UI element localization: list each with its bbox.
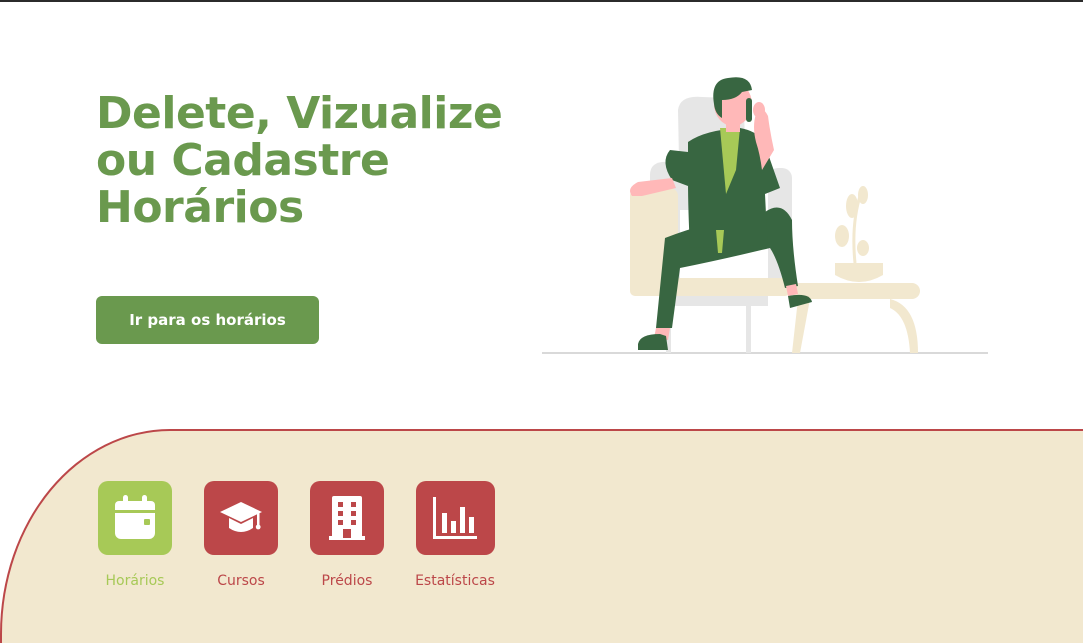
nav-tile-horarios[interactable] bbox=[98, 481, 172, 555]
calendar-icon bbox=[115, 495, 155, 539]
nav-label-cursos: Cursos bbox=[217, 573, 265, 589]
graduation-cap-icon bbox=[220, 502, 262, 532]
nav-item-estatisticas[interactable]: Estatísticas bbox=[400, 481, 510, 590]
page-title: Delete, Vizualize ou Cadastre Horários bbox=[96, 88, 503, 233]
nav-label-predios: Prédios bbox=[321, 573, 373, 589]
person-on-phone-in-armchair-illustration bbox=[542, 77, 988, 354]
nav-tile-estatisticas[interactable] bbox=[415, 481, 495, 555]
nav-item-cursos[interactable]: Cursos bbox=[186, 481, 296, 590]
nav-item-horarios[interactable]: Horários bbox=[80, 481, 190, 590]
nav-tile-cursos[interactable] bbox=[204, 481, 278, 555]
nav-item-predios[interactable]: Prédios bbox=[292, 481, 402, 590]
building-icon bbox=[329, 496, 365, 540]
go-to-schedules-button[interactable]: Ir para os horários bbox=[96, 296, 319, 344]
window-top-border bbox=[0, 0, 1083, 2]
nav-label-horarios: Horários bbox=[105, 573, 165, 589]
nav-tile-predios[interactable] bbox=[310, 481, 384, 555]
nav-label-estatisticas: Estatísticas bbox=[415, 573, 495, 589]
bar-chart-icon bbox=[433, 497, 477, 539]
